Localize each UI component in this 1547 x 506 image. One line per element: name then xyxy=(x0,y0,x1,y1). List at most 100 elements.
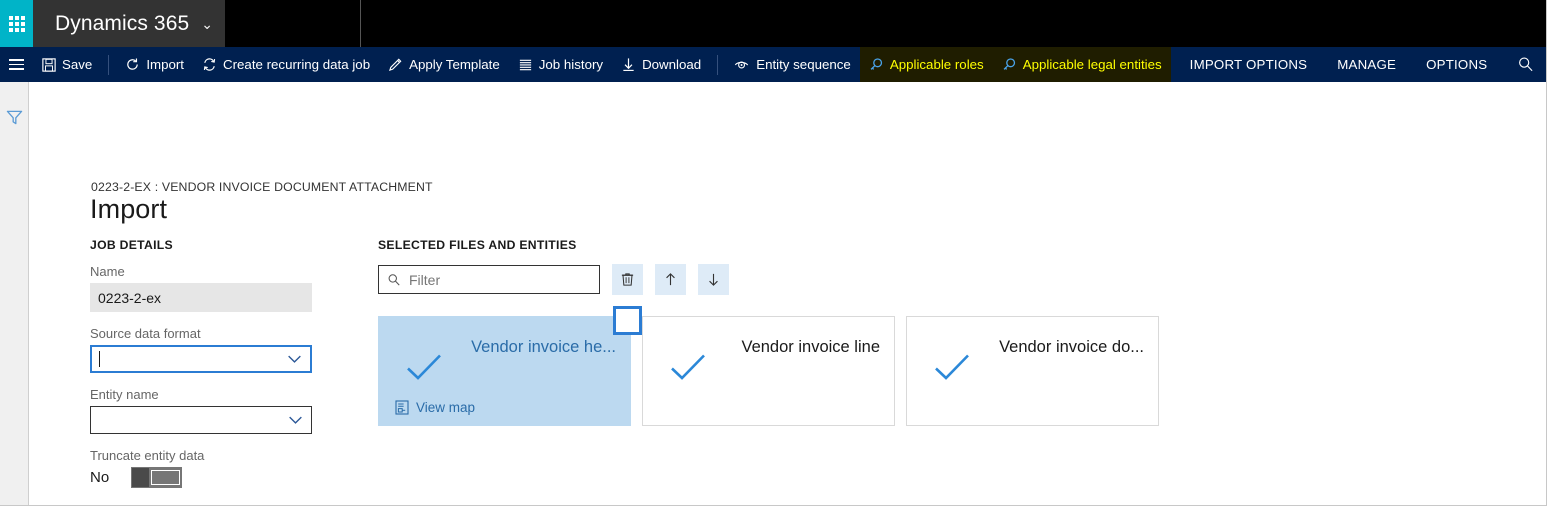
trash-bin-icon xyxy=(620,272,635,287)
hamburger-menu-icon[interactable] xyxy=(0,47,33,82)
save-floppy-icon xyxy=(42,57,56,72)
search-magnifier-icon[interactable] xyxy=(1504,47,1546,82)
manage-label: MANAGE xyxy=(1337,56,1397,72)
job-details-section: JOB DETAILS Name 0223-2-ex Source data f… xyxy=(90,238,370,505)
name-label: Name xyxy=(90,264,125,279)
save-button[interactable]: Save xyxy=(33,47,101,82)
entity-card[interactable]: Vendor invoice line xyxy=(642,316,895,426)
filter-input[interactable]: Filter xyxy=(378,265,600,294)
import-button[interactable]: Import xyxy=(116,47,193,82)
delete-button[interactable] xyxy=(612,264,643,295)
source-data-format-select[interactable] xyxy=(90,345,312,373)
brand-dynamics-365[interactable]: Dynamics 365 ⌄ xyxy=(33,0,225,47)
map-document-icon xyxy=(395,400,409,415)
entity-card[interactable]: Vendor invoice he... View map xyxy=(378,306,642,426)
applicable-roles-button[interactable]: Applicable roles xyxy=(859,47,993,82)
name-field-group: Name 0223-2-ex xyxy=(90,264,370,312)
job-details-heading: JOB DETAILS xyxy=(90,238,173,252)
toggle-track xyxy=(151,470,181,485)
entity-name-label: Entity name xyxy=(90,387,159,402)
page-title: Import xyxy=(90,194,168,224)
name-input[interactable]: 0223-2-ex xyxy=(90,283,312,312)
import-label: Import xyxy=(146,56,184,72)
download-label: Download xyxy=(642,56,702,72)
selected-files-and-entities-section: SELECTED FILES AND ENTITIES Filter Vendo… xyxy=(378,238,1536,426)
chevron-down-icon xyxy=(287,355,302,364)
command-bar: Save Import Create recurring data job Ap… xyxy=(0,47,1546,82)
checkmark-icon xyxy=(933,353,971,383)
top-bar-right-area xyxy=(361,0,1546,47)
manage-menu[interactable]: MANAGE xyxy=(1328,47,1405,82)
chevron-down-icon xyxy=(288,416,303,425)
options-menu[interactable]: OPTIONS xyxy=(1417,47,1496,82)
filter-placeholder: Filter xyxy=(409,271,441,288)
truncate-toggle-row: No xyxy=(90,467,370,488)
command-bar-divider-2 xyxy=(717,54,719,75)
top-bar: Dynamics 365 ⌄ xyxy=(0,0,1546,47)
toggle-thumb xyxy=(132,468,150,487)
view-map-link[interactable]: View map xyxy=(395,400,475,415)
refresh-circular-arrow-icon xyxy=(125,57,140,72)
job-history-button[interactable]: Job history xyxy=(509,47,612,82)
entity-card[interactable]: Vendor invoice do... xyxy=(906,316,1159,426)
entity-name-select[interactable] xyxy=(90,406,312,434)
waffle-grid xyxy=(8,15,25,32)
page-content: 0223-2-EX : VENDOR INVOICE DOCUMENT ATTA… xyxy=(29,82,1546,505)
funnel-filter-icon[interactable] xyxy=(6,109,23,505)
magnifier-key-icon xyxy=(1002,57,1017,72)
left-rail xyxy=(0,82,29,505)
move-down-button[interactable] xyxy=(698,264,729,295)
download-button[interactable]: Download xyxy=(612,47,710,82)
entity-name-group: Entity name xyxy=(90,387,370,434)
download-arrow-icon xyxy=(621,57,636,72)
page-body: 0223-2-EX : VENDOR INVOICE DOCUMENT ATTA… xyxy=(0,82,1546,505)
source-data-format-group: Source data format xyxy=(90,326,370,373)
applicable-legal-entities-button[interactable]: Applicable legal entities xyxy=(992,47,1171,82)
create-recurring-data-job-button[interactable]: Create recurring data job xyxy=(193,47,379,82)
pencil-edit-icon xyxy=(388,57,403,72)
app-launcher-waffle-icon[interactable] xyxy=(0,0,33,47)
brand-label: Dynamics 365 xyxy=(55,11,190,35)
command-bar-divider xyxy=(108,54,110,75)
applicable-roles-label: Applicable roles xyxy=(889,56,984,72)
source-data-format-label: Source data format xyxy=(90,326,201,341)
create-recurring-data-job-label: Create recurring data job xyxy=(223,56,371,72)
import-options-label: IMPORT OPTIONS xyxy=(1189,56,1308,72)
checkmark-icon xyxy=(405,353,443,383)
apply-template-button[interactable]: Apply Template xyxy=(379,47,509,82)
entity-card-title: Vendor invoice line xyxy=(741,338,880,356)
arrow-down-icon xyxy=(706,272,721,287)
job-history-label: Job history xyxy=(538,56,604,72)
move-up-button[interactable] xyxy=(655,264,686,295)
breadcrumb: 0223-2-EX : VENDOR INVOICE DOCUMENT ATTA… xyxy=(91,180,433,194)
truncate-toggle-value: No xyxy=(90,469,110,486)
apply-template-label: Apply Template xyxy=(409,56,500,72)
text-caret xyxy=(99,351,100,367)
view-map-label: View map xyxy=(416,400,476,415)
entity-card-title: Vendor invoice he... xyxy=(471,338,616,356)
search-magnifier-icon xyxy=(387,273,401,287)
top-bar-gap xyxy=(225,0,360,47)
options-label: OPTIONS xyxy=(1426,56,1488,72)
applicable-legal-entities-label: Applicable legal entities xyxy=(1022,56,1162,72)
arrow-up-icon xyxy=(663,272,678,287)
selected-files-heading: SELECTED FILES AND ENTITIES xyxy=(378,238,577,252)
recurring-double-arrow-icon xyxy=(202,57,217,72)
truncate-entity-data-group: Truncate entity data No xyxy=(90,448,370,488)
filter-toolbar: Filter xyxy=(378,264,1536,295)
dynamics-365-import-page: Dynamics 365 ⌄ Save Import Create recurr… xyxy=(0,0,1547,506)
magnifier-key-icon xyxy=(869,57,884,72)
entity-sequence-button[interactable]: Entity sequence xyxy=(725,47,860,82)
target-circle-icon xyxy=(734,57,750,73)
checkmark-icon xyxy=(669,353,707,383)
entity-card-checkbox[interactable] xyxy=(613,306,642,335)
truncate-entity-data-toggle[interactable] xyxy=(131,467,183,488)
list-lines-icon xyxy=(518,57,533,72)
entity-card-list: Vendor invoice he... View map Vendor inv… xyxy=(378,306,1536,426)
import-options-menu[interactable]: IMPORT OPTIONS xyxy=(1181,47,1317,82)
chevron-down-icon: ⌄ xyxy=(201,15,214,32)
entity-sequence-label: Entity sequence xyxy=(756,56,851,72)
save-label: Save xyxy=(62,56,93,72)
entity-card-title: Vendor invoice do... xyxy=(999,338,1144,356)
truncate-entity-data-label: Truncate entity data xyxy=(90,448,205,463)
